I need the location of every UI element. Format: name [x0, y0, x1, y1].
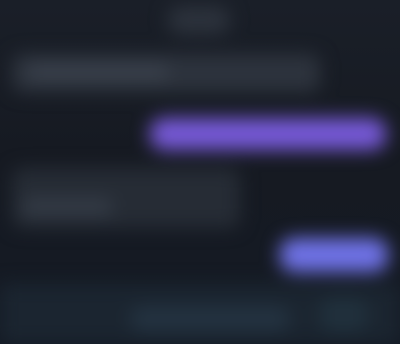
page-title	[168, 6, 230, 34]
message-text	[12, 168, 240, 228]
message-text	[280, 238, 388, 272]
chat-screen	[0, 0, 400, 344]
message-text	[150, 118, 386, 150]
message-input[interactable]	[130, 306, 290, 332]
send-button[interactable]	[320, 298, 368, 332]
message-text	[12, 54, 320, 92]
